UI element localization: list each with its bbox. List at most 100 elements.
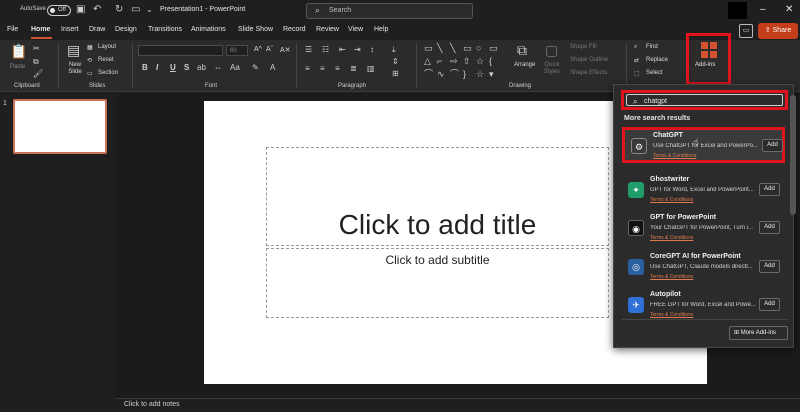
align-text-icon[interactable]: ⇕ <box>392 57 399 67</box>
terms-link[interactable]: Terms & Conditions <box>650 235 693 241</box>
add-ins-button[interactable]: Add-ins <box>686 33 731 85</box>
section-icon[interactable]: ▭ <box>87 70 93 77</box>
notes-pane[interactable]: Click to add notes <box>116 398 800 412</box>
smartart-icon[interactable]: ⊞ <box>392 69 399 79</box>
paste-icon[interactable]: 📋 <box>10 44 27 58</box>
comments-icon[interactable]: ▭ <box>739 24 753 38</box>
char-spacing-icon[interactable]: ab <box>197 63 206 72</box>
tab-slide-show[interactable]: Slide Show <box>238 26 273 33</box>
reset-icon[interactable]: ⟲ <box>87 57 92 64</box>
customize-qa-icon[interactable]: ⌄ <box>146 4 153 16</box>
curve-shape-icon[interactable]: ⌒ <box>450 69 459 79</box>
shrink-font-icon[interactable]: Aˇ <box>266 46 273 53</box>
add-in-item-chatgpt[interactable]: ⚙ ChatGPT Use ChatGPT for Excel and Powe… <box>622 127 785 163</box>
font-family-select[interactable] <box>138 45 223 56</box>
more-add-ins-button[interactable]: ⊞ More Add-ins <box>729 326 788 340</box>
strikethrough-button[interactable]: S <box>184 63 189 72</box>
tab-file[interactable]: File <box>7 26 18 33</box>
line-shape-icon[interactable]: ╲ <box>437 43 442 53</box>
reset-button[interactable]: Reset <box>98 57 114 63</box>
format-painter-icon[interactable]: 🖌 <box>33 69 43 79</box>
present-icon[interactable]: ▭ <box>131 4 140 16</box>
text-direction-icon[interactable]: ⤓ <box>392 45 396 55</box>
bullets-icon[interactable]: ☰ <box>305 45 312 55</box>
align-left-icon[interactable]: ≡ <box>305 64 310 74</box>
shape-outline-button[interactable]: Shape Outline <box>570 57 608 63</box>
curve-shape-icon[interactable]: ∿ <box>437 69 445 79</box>
tab-record[interactable]: Record <box>283 26 306 33</box>
add-ins-search-input[interactable]: ⌕ chatgpt <box>626 94 783 106</box>
more-shapes-icon[interactable]: ▾ <box>489 69 494 79</box>
rectangle-shape-icon[interactable]: ▭ <box>489 43 498 53</box>
clear-format-icon[interactable]: A✕ <box>280 46 291 54</box>
tab-home[interactable]: Home <box>31 26 50 33</box>
tab-transitions[interactable]: Transitions <box>148 26 182 33</box>
select-icon[interactable]: ⬚ <box>634 70 640 77</box>
terms-link[interactable]: Terms & Conditions <box>650 197 693 203</box>
cut-icon[interactable]: ✂ <box>33 44 40 54</box>
replace-icon[interactable]: ⇄ <box>634 57 639 64</box>
close-icon[interactable]: ✕ <box>785 4 793 15</box>
paste-label[interactable]: Paste <box>10 64 25 70</box>
arc-shape-icon[interactable]: ⌒ <box>424 69 433 79</box>
justify-icon[interactable]: ≣ <box>350 64 357 74</box>
align-right-icon[interactable]: ≡ <box>335 64 340 74</box>
line-spacing-icon[interactable]: ↕ <box>370 45 374 55</box>
minimize-icon[interactable]: – <box>760 4 766 15</box>
find-button[interactable]: Find <box>646 44 658 50</box>
add-in-item-ghostwriter[interactable]: ✦ Ghostwriter GPT for Word, Excel and Po… <box>622 174 785 210</box>
add-button[interactable]: Add <box>759 221 780 234</box>
shape-fill-button[interactable]: Shape Fill <box>570 44 597 50</box>
layout-button[interactable]: Layout <box>98 44 116 50</box>
terms-link[interactable]: Terms & Conditions <box>650 274 693 280</box>
brace-shape-icon[interactable]: { <box>489 56 492 66</box>
tab-draw[interactable]: Draw <box>89 26 105 33</box>
add-button[interactable]: Add <box>759 260 780 273</box>
autosave-toggle[interactable]: Off <box>47 5 71 16</box>
add-in-item-coregpt[interactable]: ◎ CoreGPT AI for PowerPoint Use ChatGPT,… <box>622 251 785 287</box>
replace-button[interactable]: Replace <box>646 57 668 63</box>
rectangle-shape-icon[interactable]: ▭ <box>463 43 472 53</box>
oval-shape-icon[interactable]: ○ <box>476 43 481 53</box>
font-size-select[interactable]: 60 <box>226 45 248 56</box>
tab-animations[interactable]: Animations <box>191 26 226 33</box>
star-shape-icon[interactable]: ☆ <box>476 56 484 66</box>
avatar[interactable] <box>728 2 747 19</box>
new-slide-icon[interactable]: ▤ <box>67 43 80 57</box>
redo-icon[interactable]: ↻ <box>115 4 123 16</box>
panel-scrollbar[interactable] <box>790 95 796 215</box>
arrange-button[interactable]: Arrange <box>514 62 535 68</box>
align-center-icon[interactable]: ≡ <box>320 64 325 74</box>
quick-styles-button[interactable]: Quick Styles <box>540 62 564 76</box>
tab-review[interactable]: Review <box>316 26 339 33</box>
save-icon[interactable]: ▣ <box>76 4 85 16</box>
change-case-icon[interactable]: Aa <box>230 63 240 72</box>
arrow-shape-icon[interactable]: ⇧ <box>463 56 471 66</box>
spacing-icon[interactable]: ⇔ <box>214 63 222 72</box>
terms-link[interactable]: Terms & Conditions <box>653 153 696 159</box>
select-button[interactable]: Select <box>646 70 663 76</box>
shapes-gallery[interactable]: ▭ ╲ ╲ ▭ ○ ▭ △ ⌐ ⇨ ⇧ ☆ { ⌒ ∿ ⌒ } ☆ ▾ <box>424 43 502 79</box>
font-color-icon[interactable]: A <box>270 63 275 72</box>
line-shape-icon[interactable]: ╲ <box>450 43 455 53</box>
share-button[interactable]: ⇪ Share <box>758 23 798 39</box>
columns-icon[interactable]: ▥ <box>367 64 375 74</box>
search-box[interactable]: ⌕ Search <box>306 3 473 19</box>
quick-styles-icon[interactable]: ▢ <box>545 43 558 57</box>
arrange-icon[interactable]: ⧉ <box>517 43 527 57</box>
add-in-item-gpt-for-powerpoint[interactable]: ◉ GPT for PowerPoint Your ChatGPT for Po… <box>622 212 785 248</box>
undo-icon[interactable]: ↶ <box>93 4 101 16</box>
decrease-indent-icon[interactable]: ⇤ <box>339 45 346 55</box>
new-slide-label[interactable]: New Slide <box>64 62 86 76</box>
grow-font-icon[interactable]: A^ <box>254 46 262 53</box>
arrow-shape-icon[interactable]: ⇨ <box>450 56 458 66</box>
brace-shape-icon[interactable]: } <box>463 69 466 79</box>
find-icon[interactable]: ⌕ <box>634 44 637 51</box>
subtitle-placeholder[interactable]: Click to add subtitle <box>266 248 609 318</box>
terms-link[interactable]: Terms & Conditions <box>650 312 693 318</box>
tab-design[interactable]: Design <box>115 26 137 33</box>
section-button[interactable]: Section <box>98 70 118 76</box>
triangle-shape-icon[interactable]: △ <box>424 56 431 66</box>
star-shape-icon[interactable]: ☆ <box>476 69 484 79</box>
corner-shape-icon[interactable]: ⌐ <box>437 56 442 66</box>
